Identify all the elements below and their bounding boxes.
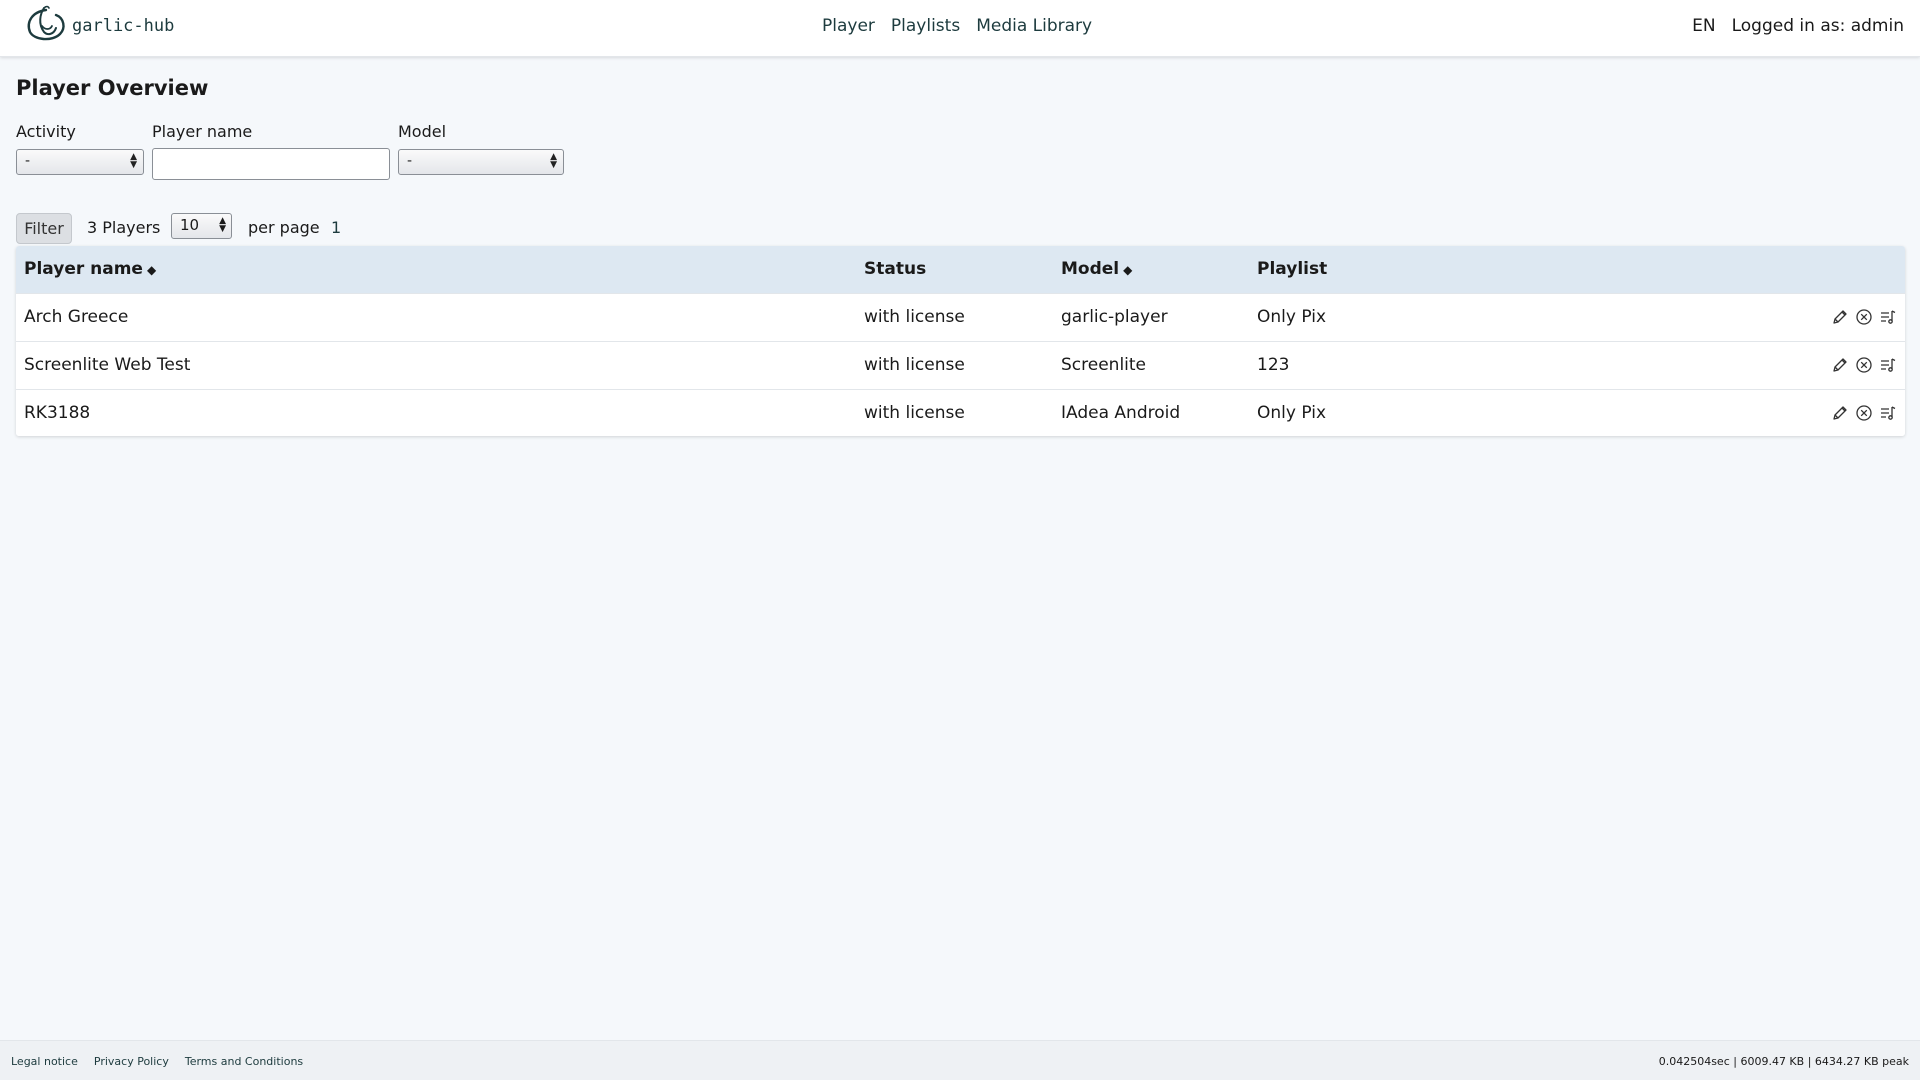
player-count: 3 Players	[87, 218, 161, 237]
select-arrows-icon: ▲ ▼	[550, 152, 557, 170]
cell-model: Screenlite	[1061, 355, 1147, 375]
remove-icon[interactable]	[1855, 308, 1873, 326]
player-name-label: Player name	[152, 122, 253, 141]
activity-label: Activity	[16, 122, 76, 141]
cell-status: with license	[864, 403, 965, 423]
playlist-assign-icon[interactable]	[1879, 356, 1897, 374]
cell-status: with license	[864, 307, 965, 327]
remove-icon[interactable]	[1855, 404, 1873, 422]
cell-model: IAdea Android	[1061, 403, 1181, 423]
column-header-player-name[interactable]: Player name ◆	[24, 259, 156, 279]
footer: Legal notice Privacy Policy Terms and Co…	[0, 1040, 1920, 1080]
footer-link-privacy-policy[interactable]: Privacy Policy	[94, 1055, 169, 1068]
page-title: Player Overview	[16, 76, 209, 100]
user-status[interactable]: Logged in as: admin	[1732, 16, 1904, 36]
select-arrows-icon: ▲ ▼	[219, 216, 226, 234]
table-row: Screenlite Web Test with license Screenl…	[16, 341, 1905, 389]
model-label: Model	[398, 122, 447, 141]
footer-links: Legal notice Privacy Policy Terms and Co…	[11, 1055, 303, 1068]
user-nav: EN Logged in as: admin	[1692, 16, 1904, 36]
playlist-assign-icon[interactable]	[1879, 308, 1897, 326]
column-header-model[interactable]: Model ◆	[1061, 259, 1132, 279]
cell-playlist[interactable]: 123	[1257, 355, 1289, 375]
column-header-label: Player name	[24, 259, 143, 279]
edit-icon[interactable]	[1831, 308, 1849, 326]
filter-button[interactable]: Filter	[16, 213, 72, 244]
edit-icon[interactable]	[1831, 404, 1849, 422]
language-selector[interactable]: EN	[1692, 16, 1715, 36]
cell-playlist[interactable]: Only Pix	[1257, 307, 1326, 327]
nav-media-library[interactable]: Media Library	[976, 16, 1092, 36]
sort-icon[interactable]: ◆	[147, 263, 156, 277]
select-arrows-icon: ▲ ▼	[130, 152, 137, 170]
activity-select-value: -	[25, 153, 31, 169]
cell-player-name[interactable]: Arch Greece	[24, 307, 128, 327]
table-header: Player name ◆ Status Model ◆ Playlist	[16, 246, 1905, 293]
row-actions	[1831, 404, 1897, 422]
footer-link-terms[interactable]: Terms and Conditions	[185, 1055, 303, 1068]
cell-player-name[interactable]: RK3188	[24, 403, 90, 423]
column-header-label: Playlist	[1257, 259, 1328, 279]
nav-player[interactable]: Player	[822, 16, 875, 36]
cell-player-name[interactable]: Screenlite Web Test	[24, 355, 190, 375]
column-header-playlist: Playlist	[1257, 259, 1327, 279]
table-row: Arch Greece with license garlic-player O…	[16, 293, 1905, 341]
model-select-value: -	[407, 153, 413, 169]
per-page-label: per page	[248, 218, 320, 237]
model-select[interactable]: - ▲ ▼	[398, 149, 564, 175]
cell-status: with license	[864, 355, 965, 375]
footer-link-legal-notice[interactable]: Legal notice	[11, 1055, 78, 1068]
remove-icon[interactable]	[1855, 356, 1873, 374]
playlist-assign-icon[interactable]	[1879, 404, 1897, 422]
column-header-status: Status	[864, 259, 926, 279]
edit-icon[interactable]	[1831, 356, 1849, 374]
row-actions	[1831, 356, 1897, 374]
table-row: RK3188 with license IAdea Android Only P…	[16, 389, 1905, 436]
nav-playlists[interactable]: Playlists	[891, 16, 960, 36]
activity-select[interactable]: - ▲ ▼	[16, 149, 144, 175]
column-header-label: Status	[864, 259, 927, 279]
logo[interactable]: garlic-hub	[22, 4, 175, 48]
row-actions	[1831, 308, 1897, 326]
per-page-select[interactable]: 10 ▲ ▼	[171, 213, 232, 239]
player-name-input[interactable]	[152, 148, 390, 180]
logo-text: garlic-hub	[72, 16, 175, 36]
players-table: Player name ◆ Status Model ◆ Playlist Arch…	[16, 246, 1905, 436]
sort-icon[interactable]: ◆	[1123, 263, 1132, 277]
cell-playlist[interactable]: Only Pix	[1257, 403, 1326, 423]
main-nav: Player Playlists Media Library	[822, 16, 1092, 36]
column-header-label: Model	[1061, 259, 1120, 279]
per-page-value: 10	[180, 216, 200, 234]
top-navigation-bar: garlic-hub Player Playlists Media Librar…	[0, 0, 1920, 57]
pagination-page-1[interactable]: 1	[331, 218, 341, 237]
cell-model: garlic-player	[1061, 307, 1168, 327]
garlic-logo-icon	[22, 4, 70, 48]
performance-stats: 0.042504sec | 6009.47 KB | 6434.27 KB pe…	[1658, 1055, 1909, 1068]
